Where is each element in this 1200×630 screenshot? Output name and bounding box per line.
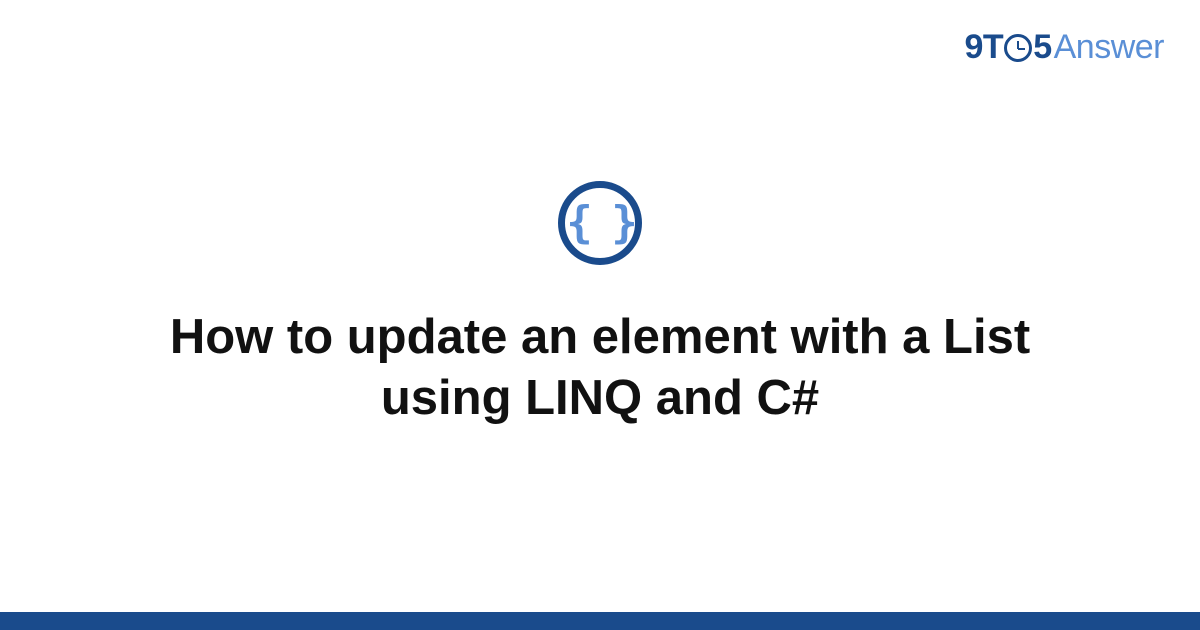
code-glyph: { } <box>566 201 633 245</box>
main-content: { } How to update an element with a List… <box>0 0 1200 630</box>
page-title: How to update an element with a List usi… <box>110 307 1090 430</box>
footer-accent-bar <box>0 612 1200 630</box>
code-braces-icon: { } <box>558 181 642 265</box>
